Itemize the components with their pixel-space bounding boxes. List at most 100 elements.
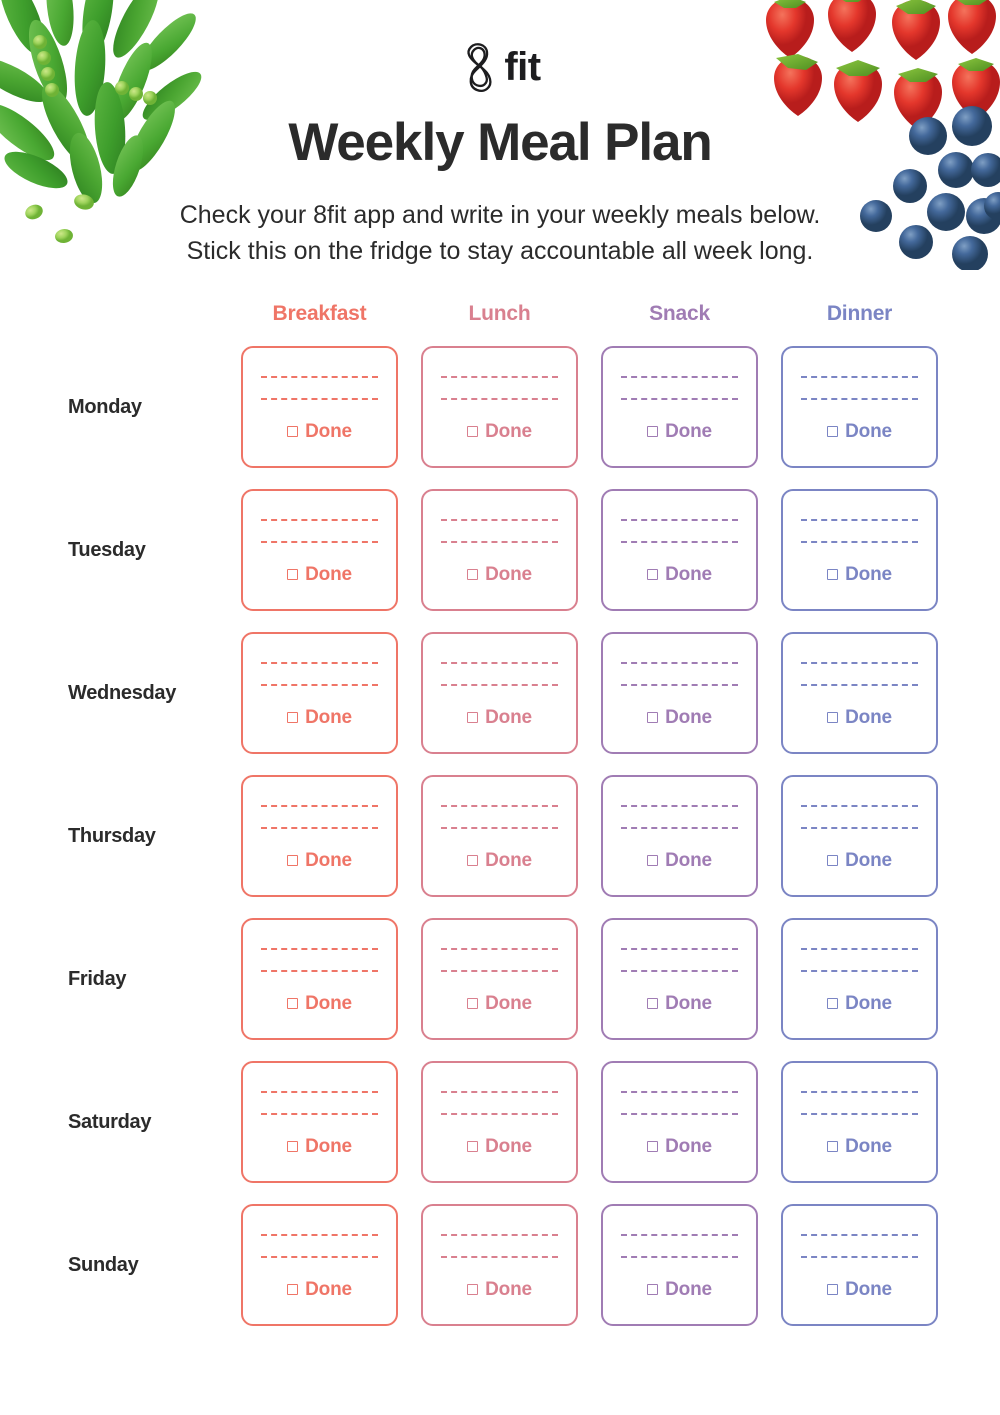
done-row[interactable]: Done <box>287 1137 352 1156</box>
meal-card-thursday-dinner[interactable]: Done <box>781 775 938 897</box>
empty-checkbox-icon[interactable] <box>287 1283 299 1295</box>
done-row[interactable]: Done <box>827 422 892 441</box>
empty-checkbox-icon[interactable] <box>287 568 299 580</box>
write-in-line[interactable] <box>621 804 738 807</box>
done-row[interactable]: Done <box>467 708 532 727</box>
write-in-line[interactable] <box>261 969 378 972</box>
meal-card-thursday-lunch[interactable]: Done <box>421 775 578 897</box>
empty-checkbox-icon[interactable] <box>287 711 299 723</box>
empty-checkbox-icon[interactable] <box>647 568 659 580</box>
empty-checkbox-icon[interactable] <box>647 1140 659 1152</box>
empty-checkbox-icon[interactable] <box>647 425 659 437</box>
empty-checkbox-icon[interactable] <box>287 1140 299 1152</box>
empty-checkbox-icon[interactable] <box>827 1140 839 1152</box>
write-in-line[interactable] <box>621 683 738 686</box>
meal-card-monday-snack[interactable]: Done <box>601 346 758 468</box>
done-row[interactable]: Done <box>647 851 712 870</box>
write-in-line[interactable] <box>621 947 738 950</box>
write-in-line[interactable] <box>441 1112 558 1115</box>
done-row[interactable]: Done <box>287 1280 352 1299</box>
empty-checkbox-icon[interactable] <box>467 568 479 580</box>
write-in-line[interactable] <box>261 1112 378 1115</box>
write-in-line[interactable] <box>621 826 738 829</box>
done-row[interactable]: Done <box>287 994 352 1013</box>
write-in-line[interactable] <box>621 540 738 543</box>
meal-card-monday-dinner[interactable]: Done <box>781 346 938 468</box>
done-row[interactable]: Done <box>467 851 532 870</box>
meal-card-sunday-snack[interactable]: Done <box>601 1204 758 1326</box>
write-in-line[interactable] <box>801 826 918 829</box>
write-in-line[interactable] <box>621 969 738 972</box>
meal-card-friday-snack[interactable]: Done <box>601 918 758 1040</box>
write-in-line[interactable] <box>441 1255 558 1258</box>
write-in-line[interactable] <box>261 947 378 950</box>
write-in-line[interactable] <box>621 1090 738 1093</box>
meal-card-friday-lunch[interactable]: Done <box>421 918 578 1040</box>
write-in-line[interactable] <box>441 804 558 807</box>
done-row[interactable]: Done <box>287 708 352 727</box>
write-in-line[interactable] <box>261 540 378 543</box>
write-in-line[interactable] <box>441 969 558 972</box>
meal-card-tuesday-breakfast[interactable]: Done <box>241 489 398 611</box>
write-in-line[interactable] <box>261 1090 378 1093</box>
empty-checkbox-icon[interactable] <box>287 425 299 437</box>
meal-card-tuesday-lunch[interactable]: Done <box>421 489 578 611</box>
done-row[interactable]: Done <box>827 994 892 1013</box>
write-in-line[interactable] <box>621 1233 738 1236</box>
empty-checkbox-icon[interactable] <box>467 711 479 723</box>
meal-card-saturday-snack[interactable]: Done <box>601 1061 758 1183</box>
meal-card-saturday-breakfast[interactable]: Done <box>241 1061 398 1183</box>
done-row[interactable]: Done <box>467 1137 532 1156</box>
write-in-line[interactable] <box>441 947 558 950</box>
write-in-line[interactable] <box>801 540 918 543</box>
meal-card-friday-dinner[interactable]: Done <box>781 918 938 1040</box>
write-in-line[interactable] <box>261 518 378 521</box>
write-in-line[interactable] <box>801 1090 918 1093</box>
empty-checkbox-icon[interactable] <box>827 711 839 723</box>
write-in-line[interactable] <box>441 1090 558 1093</box>
meal-card-wednesday-breakfast[interactable]: Done <box>241 632 398 754</box>
write-in-line[interactable] <box>441 540 558 543</box>
meal-card-thursday-snack[interactable]: Done <box>601 775 758 897</box>
done-row[interactable]: Done <box>467 565 532 584</box>
empty-checkbox-icon[interactable] <box>467 1283 479 1295</box>
write-in-line[interactable] <box>261 661 378 664</box>
write-in-line[interactable] <box>441 397 558 400</box>
write-in-line[interactable] <box>801 661 918 664</box>
done-row[interactable]: Done <box>647 422 712 441</box>
write-in-line[interactable] <box>801 969 918 972</box>
write-in-line[interactable] <box>801 1112 918 1115</box>
meal-card-monday-lunch[interactable]: Done <box>421 346 578 468</box>
empty-checkbox-icon[interactable] <box>467 425 479 437</box>
meal-card-monday-breakfast[interactable]: Done <box>241 346 398 468</box>
write-in-line[interactable] <box>801 804 918 807</box>
done-row[interactable]: Done <box>827 1280 892 1299</box>
meal-card-sunday-lunch[interactable]: Done <box>421 1204 578 1326</box>
done-row[interactable]: Done <box>467 1280 532 1299</box>
meal-card-saturday-dinner[interactable]: Done <box>781 1061 938 1183</box>
write-in-line[interactable] <box>621 1112 738 1115</box>
write-in-line[interactable] <box>621 375 738 378</box>
empty-checkbox-icon[interactable] <box>287 997 299 1009</box>
empty-checkbox-icon[interactable] <box>467 1140 479 1152</box>
write-in-line[interactable] <box>621 397 738 400</box>
empty-checkbox-icon[interactable] <box>827 1283 839 1295</box>
write-in-line[interactable] <box>441 683 558 686</box>
done-row[interactable]: Done <box>287 851 352 870</box>
meal-card-saturday-lunch[interactable]: Done <box>421 1061 578 1183</box>
write-in-line[interactable] <box>441 1233 558 1236</box>
done-row[interactable]: Done <box>647 708 712 727</box>
empty-checkbox-icon[interactable] <box>827 854 839 866</box>
empty-checkbox-icon[interactable] <box>827 997 839 1009</box>
write-in-line[interactable] <box>441 518 558 521</box>
write-in-line[interactable] <box>801 947 918 950</box>
meal-card-tuesday-snack[interactable]: Done <box>601 489 758 611</box>
done-row[interactable]: Done <box>827 851 892 870</box>
empty-checkbox-icon[interactable] <box>647 997 659 1009</box>
done-row[interactable]: Done <box>827 708 892 727</box>
write-in-line[interactable] <box>621 661 738 664</box>
empty-checkbox-icon[interactable] <box>467 997 479 1009</box>
write-in-line[interactable] <box>441 826 558 829</box>
meal-card-thursday-breakfast[interactable]: Done <box>241 775 398 897</box>
done-row[interactable]: Done <box>827 565 892 584</box>
